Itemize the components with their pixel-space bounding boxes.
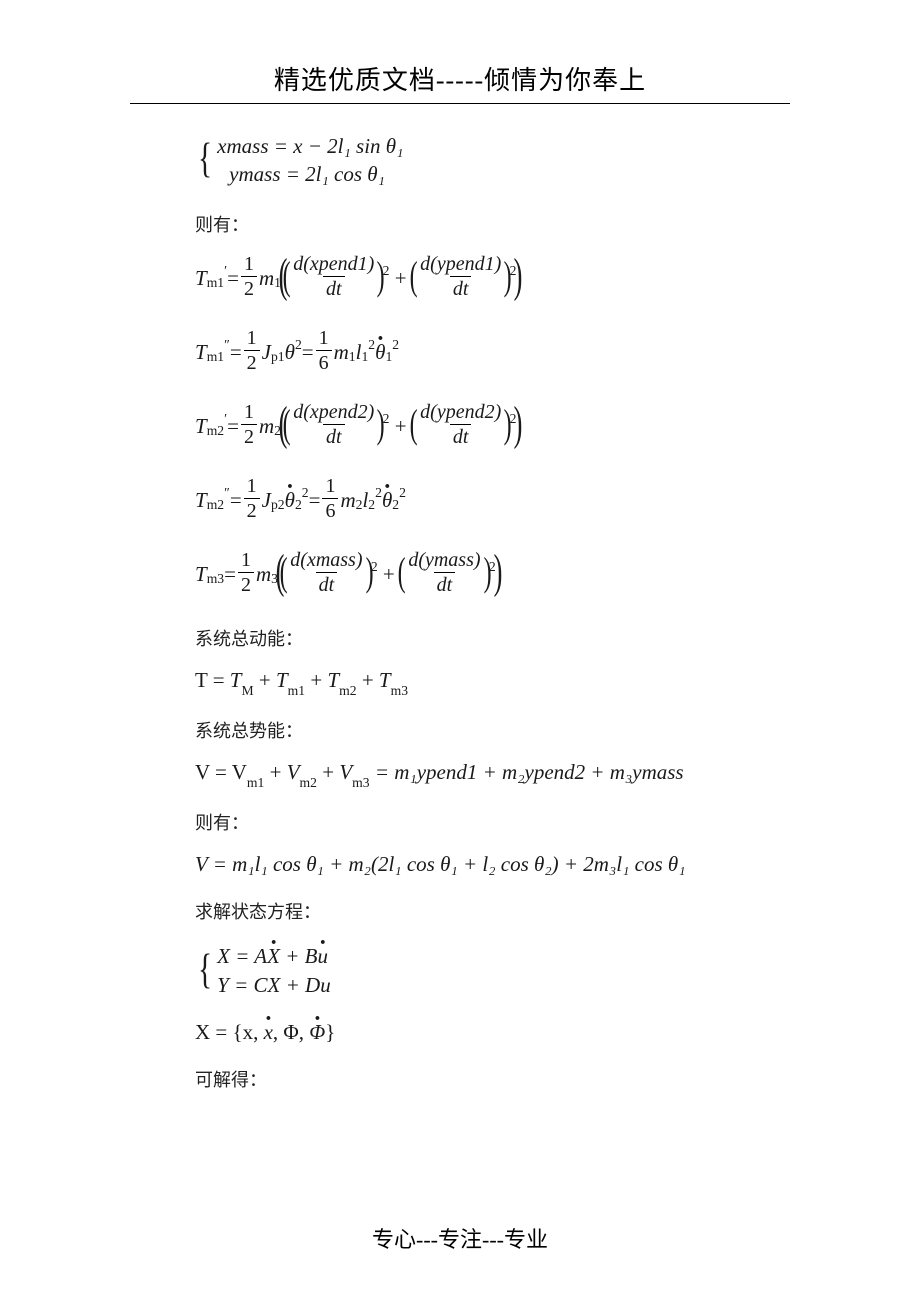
eq-Tm3: Tm3 = 12 m3 ( ( d(xmass)dt )2 + ( d(ymas… bbox=[195, 551, 770, 599]
header-divider bbox=[130, 103, 790, 104]
eq-V-expanded: V = m₁l₁ cos θ₁ + m₂(2l₁ cos θ₁ + l₂ cos… bbox=[195, 853, 770, 876]
label-then-1: 则有： bbox=[195, 211, 770, 237]
eq-state-system: { X = AX + Bu Y = CX + Du bbox=[195, 942, 770, 999]
eq-system-mass: { xmass = x − 2l₁ sin θ₁ ymass = 2l₁ cos… bbox=[195, 132, 770, 189]
label-total-ke: 系统总动能： bbox=[195, 625, 770, 651]
page-footer: 专心---专注---专业 bbox=[0, 1222, 920, 1254]
eq-V-sum: V = Vm1 + Vm2 + Vm3 = m₁ypend1 + m₂ypend… bbox=[195, 761, 770, 787]
eq-Tm1-dprime: Tm1″ = 12 Jp1 θ2 = 16 m1l12θ12 bbox=[195, 329, 770, 377]
label-total-pe: 系统总势能： bbox=[195, 717, 770, 743]
document-body: { xmass = x − 2l₁ sin θ₁ ymass = 2l₁ cos… bbox=[130, 132, 790, 1092]
label-then-2: 则有： bbox=[195, 809, 770, 835]
eq-X-def: X = {x, x, Φ, Φ} bbox=[195, 1021, 770, 1044]
eq-Tm2-dprime: Tm2″ = 12 Jp2 θ22 = 16 m2l22θ22 bbox=[195, 477, 770, 525]
eq-T-total: T = TM + Tm1 + Tm2 + Tm3 bbox=[195, 669, 770, 695]
eq-Tm2-prime: Tm2′ = 12 m2 ( ( d(xpend2)dt )2 + ( d(yp… bbox=[195, 403, 770, 451]
eq-Tm1-prime: Tm1′ = 12 m1 ( ( d(xpend1)dt )2 + ( d(yp… bbox=[195, 255, 770, 303]
label-solve: 可解得： bbox=[195, 1066, 770, 1092]
page-header-title: 精选优质文档-----倾情为你奉上 bbox=[130, 60, 790, 97]
label-state-eq: 求解状态方程： bbox=[195, 898, 770, 924]
